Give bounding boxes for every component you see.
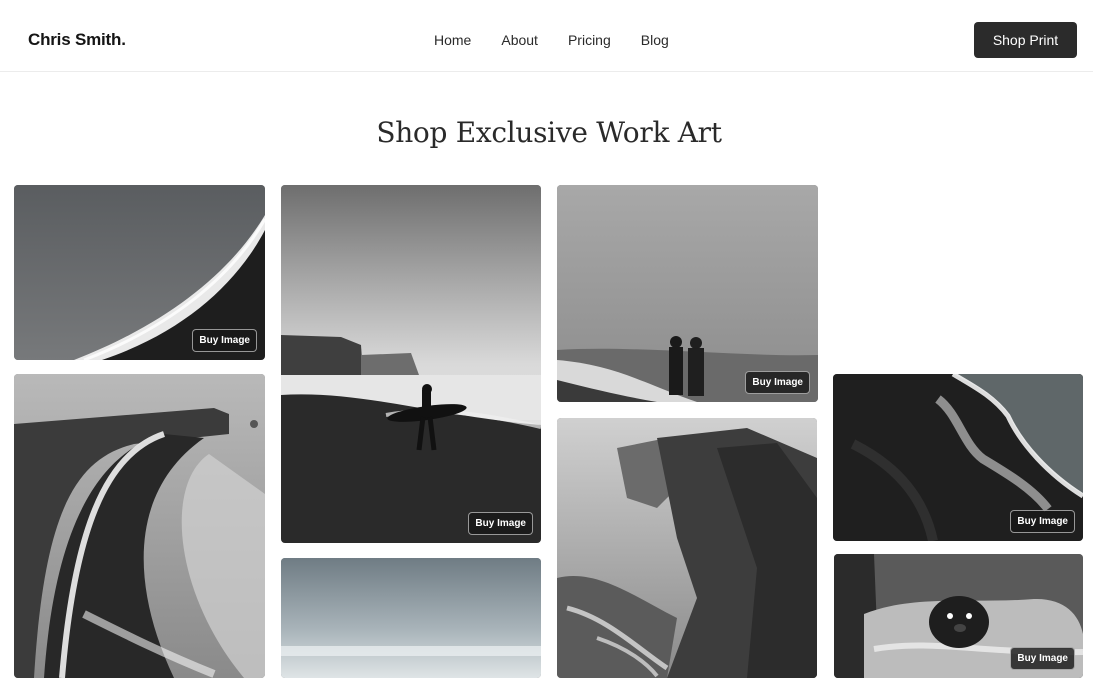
gallery-item-sea-cliffs[interactable] [557,418,817,678]
site-header: Chris Smith. Home About Pricing Blog Sho… [0,0,1093,72]
nav-home[interactable]: Home [434,32,471,48]
main-nav: Home About Pricing Blog [434,32,669,48]
gallery-item-surfer-silhouette[interactable]: Buy Image [281,185,541,543]
gallery-item-misty-seascape[interactable] [281,558,541,678]
couple-by-sea-photo [557,185,818,402]
buy-image-button[interactable]: Buy Image [745,371,810,394]
gallery-item-couple-by-sea[interactable]: Buy Image [557,185,818,402]
winding-coastline-photo [14,374,265,678]
surfer-silhouette-photo [281,185,541,543]
gallery-item-winding-coastline[interactable] [14,374,265,678]
gallery-item-black-sand-shoreline[interactable]: Buy Image [14,185,265,360]
brand-logo[interactable]: Chris Smith. [28,30,126,50]
gallery-item-otter-in-water[interactable]: Buy Image [834,554,1083,678]
buy-image-button[interactable]: Buy Image [468,512,533,535]
nav-pricing[interactable]: Pricing [568,32,611,48]
misty-seascape-photo [281,558,541,678]
nav-blog[interactable]: Blog [641,32,669,48]
page-title: Shop Exclusive Work Art [376,116,722,149]
shop-print-button[interactable]: Shop Print [974,22,1077,58]
buy-image-button[interactable]: Buy Image [192,329,257,352]
sea-cliffs-photo [557,418,817,678]
gallery-item-aerial-wave[interactable]: Buy Image [833,374,1083,541]
buy-image-button[interactable]: Buy Image [1010,647,1075,670]
page: Chris Smith. Home About Pricing Blog Sho… [0,0,1098,689]
nav-about[interactable]: About [501,32,538,48]
buy-image-button[interactable]: Buy Image [1010,510,1075,533]
